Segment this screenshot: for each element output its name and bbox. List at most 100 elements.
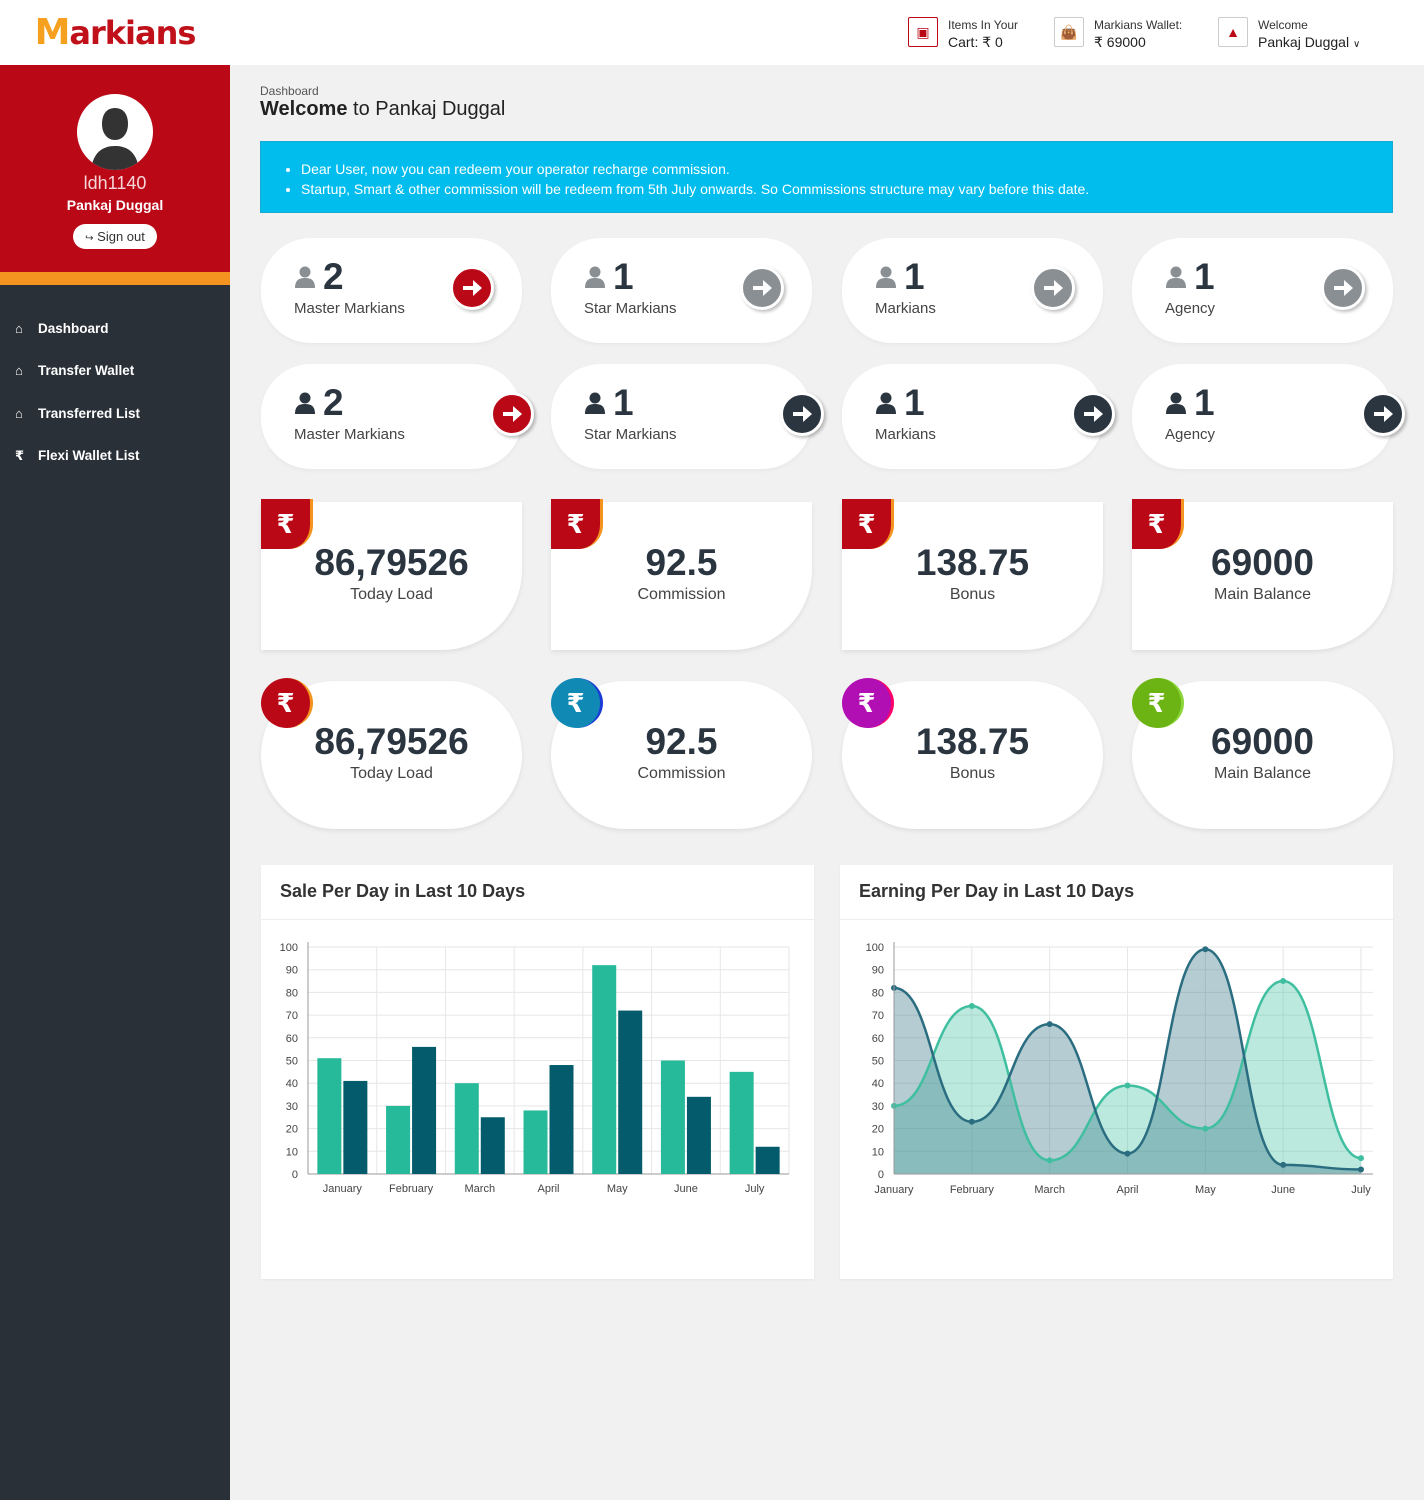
user-silhouette-icon — [91, 108, 139, 170]
brand-logo: Markians — [34, 12, 197, 53]
count-value: 1 — [613, 382, 634, 423]
arrow-right-icon — [1334, 280, 1353, 296]
count-card: 2 Master Markians — [261, 364, 534, 469]
user-icon — [1166, 392, 1186, 414]
arrow-right-icon — [793, 406, 812, 422]
stat-label: Bonus — [949, 765, 996, 782]
arrow-right-button[interactable] — [1361, 392, 1405, 436]
x-tick-label: March — [1034, 1184, 1065, 1196]
chart-title: Sale Per Day in Last 10 Days — [261, 865, 814, 920]
x-tick-label: May — [607, 1183, 628, 1195]
notice-item: Dear User, now you can redeem your opera… — [301, 159, 1392, 179]
stat-card: ₹92.5 Commission — [551, 499, 812, 650]
wallet-widget[interactable]: 👜 Markians Wallet: ₹ 69000 — [1054, 17, 1182, 52]
y-tick-label: 0 — [292, 1169, 298, 1181]
sales-chart-card: Sale Per Day in Last 10 Days 0 10 20 30 40 50… — [261, 865, 814, 1279]
user-icon — [295, 392, 315, 414]
cart-label: Items In Your — [948, 18, 1019, 32]
stat-card: ₹69000 Main Balance — [1132, 499, 1393, 650]
user-icon — [585, 266, 605, 288]
stat-label: Main Balance — [1214, 765, 1311, 782]
wallet-label: Markians Wallet: — [1094, 18, 1183, 32]
y-tick-label: 70 — [286, 1010, 298, 1022]
bar — [729, 1071, 754, 1174]
signout-label: Sign out — [97, 229, 145, 244]
y-tick-label: 10 — [872, 1146, 884, 1158]
sidebar-item-dashboard[interactable]: ⌂ Dashboard — [0, 307, 230, 350]
bar — [549, 1065, 574, 1174]
count-card: 1 Star Markians — [551, 364, 824, 469]
arrow-right-icon — [753, 280, 772, 296]
y-tick-label: 80 — [872, 987, 884, 999]
count-value: 1 — [1194, 382, 1215, 423]
bar — [480, 1117, 505, 1174]
welcome-rest: to Pankaj Duggal — [353, 98, 506, 120]
x-tick-label: February — [389, 1183, 434, 1195]
count-card: 1 Star Markians — [551, 238, 812, 343]
sidebar-item-label: Flexi Wallet List — [38, 448, 140, 464]
y-tick-label: 0 — [878, 1169, 884, 1181]
data-point — [968, 1118, 975, 1125]
breadcrumb[interactable]: Dashboard — [260, 84, 319, 98]
count-value: 1 — [1194, 256, 1215, 297]
x-tick-label: July — [745, 1183, 765, 1195]
welcome-user: Pankaj Duggal — [1258, 34, 1350, 50]
shopping-bag-icon: 👜 — [1054, 17, 1084, 47]
x-tick-label: March — [465, 1183, 496, 1195]
bar — [618, 1010, 643, 1174]
count-card: 1 Agency — [1132, 364, 1405, 469]
y-tick-label: 20 — [286, 1124, 298, 1136]
x-tick-label: February — [950, 1184, 995, 1196]
x-tick-label: June — [674, 1183, 698, 1195]
arrow-right-button[interactable] — [1031, 266, 1075, 310]
y-tick-label: 80 — [286, 987, 298, 999]
chart-title: Earning Per Day in Last 10 Days — [840, 865, 1393, 920]
sidebar-item-transferred-list[interactable]: ⌂ Transferred List — [0, 392, 230, 435]
x-tick-label: April — [1116, 1184, 1138, 1196]
arrow-right-button[interactable] — [450, 266, 494, 310]
count-label: Agency — [1165, 426, 1216, 443]
y-tick-label: 40 — [286, 1078, 298, 1090]
sales-bar-chart: 0 10 20 30 40 50 60 70 80 90 100 January February Mar… — [280, 942, 790, 1195]
arrow-right-icon — [1374, 406, 1393, 422]
arrow-right-button[interactable] — [1071, 392, 1115, 436]
y-tick-label: 100 — [280, 942, 298, 954]
bar — [523, 1110, 548, 1174]
data-point — [1124, 1082, 1131, 1089]
sidebar-menu: ⌂ Dashboard ⌂ Transfer Wallet ⌂ Transferred… — [0, 307, 230, 477]
data-point — [1202, 1125, 1209, 1132]
count-card: 1 Markians — [842, 238, 1103, 343]
signout-button[interactable]: ↪ Sign out — [73, 224, 157, 249]
y-tick-label: 60 — [872, 1033, 884, 1045]
arrow-right-icon — [503, 406, 522, 422]
sidebar-item-transfer-wallet[interactable]: ⌂ Transfer Wallet — [0, 350, 230, 393]
avatar — [77, 94, 153, 170]
data-point — [1202, 946, 1209, 953]
logo-area[interactable]: Markians — [0, 0, 230, 65]
stat-value: 92.5 — [645, 542, 718, 583]
data-point — [1358, 1155, 1364, 1162]
signout-icon: ↪ — [85, 233, 94, 244]
user-icon — [585, 392, 605, 414]
rupee-icon: ₹ — [15, 447, 25, 463]
arrow-right-button[interactable] — [490, 392, 534, 436]
count-card: 1 Markians — [842, 364, 1115, 469]
data-point — [1280, 978, 1287, 985]
profile-panel: ldh1140 Pankaj Duggal ↪ Sign out — [0, 65, 230, 285]
y-tick-label: 50 — [872, 1056, 884, 1068]
sidebar: ldh1140 Pankaj Duggal ↪ Sign out ⌂ Dashbo… — [0, 65, 230, 1500]
stat-card: ₹138.75 Bonus — [842, 499, 1103, 650]
arrow-right-button[interactable] — [740, 266, 784, 310]
user-icon — [295, 266, 315, 288]
sidebar-item-label: Dashboard — [38, 320, 109, 336]
y-tick-label: 50 — [286, 1056, 298, 1068]
stat-label: Bonus — [949, 586, 996, 603]
user-menu[interactable]: ▲ Welcome Pankaj Duggal ∨ — [1218, 17, 1360, 54]
arrow-right-button[interactable] — [1321, 266, 1365, 310]
sidebar-item-flexi-wallet-list[interactable]: ₹ Flexi Wallet List — [0, 435, 230, 478]
count-label: Star Markians — [584, 300, 677, 317]
count-card: 2 Master Markians — [261, 238, 522, 343]
arrow-right-button[interactable] — [780, 392, 824, 436]
cart-widget[interactable]: ▣ Items In Your Cart: ₹ 0 — [908, 17, 1018, 52]
user-icon: ▲ — [1218, 17, 1248, 47]
